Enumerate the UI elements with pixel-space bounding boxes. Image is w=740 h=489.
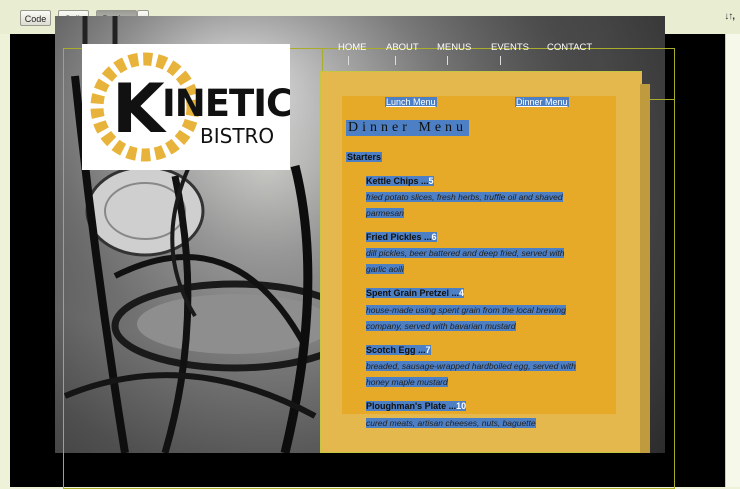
nav-events[interactable]: EVENTS — [491, 42, 529, 53]
kinetic-bistro-logo: K INETIC BISTRO — [82, 44, 293, 170]
sort-icon[interactable]: ↓↑, — [724, 11, 735, 22]
svg-text:INETIC: INETIC — [162, 82, 290, 125]
menu-item-name: Fried Pickles ...6 — [366, 232, 437, 242]
menu-item-name: Scotch Egg ...7 — [366, 345, 431, 355]
tab-dinner-menu[interactable]: Dinner Menu — [515, 97, 569, 107]
nav-divider — [500, 56, 501, 65]
nav-home[interactable]: HOME — [338, 42, 367, 53]
nav-about[interactable]: ABOUT — [386, 42, 419, 53]
menu-title: Dinner Menu — [346, 120, 470, 136]
nav-contact[interactable]: CONTACT — [547, 42, 592, 53]
svg-text:BISTRO: BISTRO — [200, 124, 274, 148]
svg-text:K: K — [112, 70, 167, 149]
tab-lunch-menu[interactable]: Lunch Menu — [385, 97, 437, 107]
menu-item-description: breaded, sausage-wrapped hardboiled egg,… — [366, 361, 576, 387]
menu-item-name: Spent Grain Pretzel ...4 — [366, 288, 465, 298]
menu-item-description: dill pickles, beer battered and deep fri… — [366, 248, 565, 274]
nav-divider — [447, 56, 448, 65]
menu-item-description: house-made using spent grain from the lo… — [366, 305, 566, 331]
menu-item-description: fried potato slices, fresh herbs, truffl… — [366, 192, 563, 218]
nav-menus[interactable]: MENUS — [437, 42, 471, 53]
menu-item-description: cured meats, artisan cheeses, nuts, bagu… — [366, 418, 536, 428]
panel-edge — [640, 84, 650, 453]
menu-item-name: Ploughman's Plate ...10 — [366, 401, 467, 411]
menu-item-name: Kettle Chips ...5 — [366, 176, 434, 186]
section-heading-starters: Starters — [346, 152, 383, 162]
nav-divider — [395, 56, 396, 65]
nav-divider — [348, 56, 349, 65]
code-view-button[interactable]: Code — [20, 10, 51, 26]
vertical-scrollbar[interactable] — [725, 34, 740, 487]
gear-logo-icon: K INETIC BISTRO — [90, 52, 293, 162]
